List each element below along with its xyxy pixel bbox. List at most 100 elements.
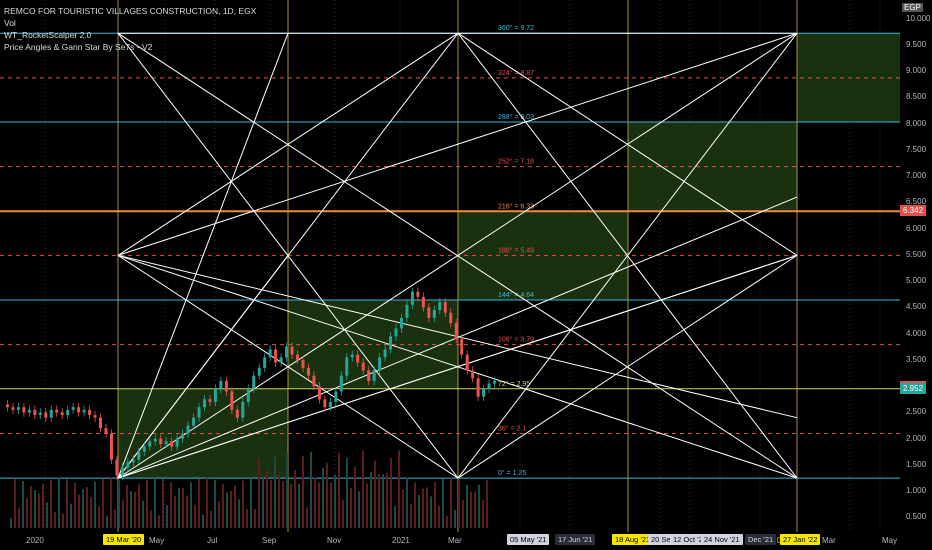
chart-canvas[interactable]: 360° = 9.72 324° = 8.87 288° = 8.03 252° = … <box>0 0 932 550</box>
candle-body-34 <box>186 425 190 434</box>
volume-bar-35 <box>150 510 152 528</box>
volume-bar-42 <box>178 487 180 528</box>
volume-bar-17 <box>78 494 80 528</box>
volume-bar-110 <box>450 478 452 528</box>
candle-body-6 <box>33 409 37 416</box>
volume-bar-61 <box>254 509 256 528</box>
candle-body-69 <box>378 357 382 371</box>
gann-level-label-2: 288° = 8.03 <box>498 113 534 121</box>
volume-bar-69 <box>286 453 288 528</box>
volume-bar-6 <box>34 490 36 528</box>
volume-bar-118 <box>482 500 484 528</box>
volume-bar-72 <box>298 484 300 528</box>
volume-bar-8 <box>42 483 44 528</box>
candle-body-75 <box>410 291 414 305</box>
x-tick-label: 2021 <box>392 536 410 545</box>
volume-bar-30 <box>130 491 132 528</box>
candle-body-25 <box>137 451 141 460</box>
volume-bar-56 <box>234 485 236 528</box>
volume-bar-106 <box>434 481 436 528</box>
candle-body-33 <box>181 433 185 439</box>
volume-bar-39 <box>166 505 168 528</box>
volume-bar-80 <box>330 483 332 528</box>
volume-bar-31 <box>134 492 136 528</box>
candle-body-41 <box>224 380 228 392</box>
candle-body-24 <box>131 459 135 463</box>
volume-bar-94 <box>386 472 388 528</box>
candle-body-14 <box>77 407 81 413</box>
volume-bar-0 <box>10 518 12 528</box>
volume-bar-70 <box>290 484 292 528</box>
y-tick-label: 0.500 <box>906 512 927 522</box>
candle-body-20 <box>109 433 113 460</box>
volume-bar-45 <box>190 482 192 528</box>
volume-bar-55 <box>230 490 232 528</box>
y-tick-label: 7.500 <box>906 144 927 154</box>
gann-level-label-6: 144° = 4.64 <box>498 291 534 299</box>
y-tick-label: 3.500 <box>906 354 927 364</box>
y-tick-label: 4.500 <box>906 302 927 312</box>
volume-bar-43 <box>182 488 184 528</box>
x-date-tag-7: Dec '21 <box>745 534 777 545</box>
volume-bar-66 <box>274 456 276 528</box>
candle-body-67 <box>367 370 371 381</box>
symbol-title: REMCO FOR TOURISTIC VILLAGES CONSTRUCTIO… <box>4 6 257 16</box>
volume-bar-75 <box>310 451 312 528</box>
indicator-rocketscalper[interactable]: WT_RocketScalper 2.0 <box>4 29 256 41</box>
candle-body-7 <box>38 412 42 416</box>
volume-bar-109 <box>446 515 448 528</box>
y-tick-label: 9.500 <box>906 39 927 49</box>
candle-body-56 <box>306 367 310 376</box>
volume-bar-83 <box>342 499 344 528</box>
y-tick-label: 2.000 <box>906 433 927 443</box>
candle-body-42 <box>230 391 234 410</box>
candle-body-87 <box>476 378 480 397</box>
volume-bar-37 <box>158 515 160 528</box>
indicator-gann-star[interactable]: Price Angles & Gann Star By Se7s - V2 <box>4 41 256 53</box>
volume-bar-93 <box>382 474 384 528</box>
volume-bar-2 <box>18 507 20 528</box>
candle-body-68 <box>372 370 376 381</box>
candle-body-83 <box>454 323 458 339</box>
gann-level-label-0: 360° = 9.72 <box>498 24 534 32</box>
candle-body-35 <box>192 417 196 426</box>
x-tick-label: Nov <box>327 536 342 545</box>
x-tick-label: Mar <box>448 536 462 545</box>
candle-body-52 <box>285 346 289 358</box>
volume-bar-119 <box>486 480 488 528</box>
volume-bar-46 <box>194 504 196 528</box>
volume-bar-44 <box>186 495 188 528</box>
volume-bar-51 <box>214 479 216 528</box>
volume-bar-58 <box>242 480 244 528</box>
candle-body-85 <box>465 354 469 371</box>
candle-body-84 <box>460 338 464 355</box>
volume-bar-67 <box>278 473 280 528</box>
volume-bar-90 <box>370 472 372 528</box>
candle-body-37 <box>202 399 206 408</box>
volume-bar-5 <box>30 486 32 528</box>
y-tick-label: 9.000 <box>906 66 927 76</box>
candle-body-64 <box>350 354 354 358</box>
volume-bar-11 <box>54 512 56 528</box>
candle-body-72 <box>394 328 398 337</box>
x-date-tag-8: 27 Jan '22 <box>780 534 821 545</box>
volume-bar-7 <box>38 493 40 528</box>
volume-bar-54 <box>226 492 228 528</box>
volume-bar-101 <box>414 482 416 528</box>
volume-bar-28 <box>122 499 124 528</box>
volume-bar-96 <box>394 506 396 528</box>
volume-label[interactable]: Vol <box>4 17 256 29</box>
candle-body-60 <box>328 401 332 408</box>
y-tick-label: 4.000 <box>906 328 927 338</box>
candle-body-45 <box>246 388 250 402</box>
volume-bar-95 <box>390 457 392 528</box>
volume-bar-29 <box>126 485 128 528</box>
x-tick-label: 2020 <box>26 536 44 545</box>
y-tick-label: 8.500 <box>906 92 927 102</box>
candle-body-15 <box>82 409 86 413</box>
candle-body-50 <box>274 349 278 363</box>
x-tick-label: May <box>149 536 165 545</box>
candle-body-29 <box>159 438 163 444</box>
candle-body-73 <box>399 317 403 329</box>
x-date-tag-2: 17 Jun '21 <box>555 534 596 545</box>
